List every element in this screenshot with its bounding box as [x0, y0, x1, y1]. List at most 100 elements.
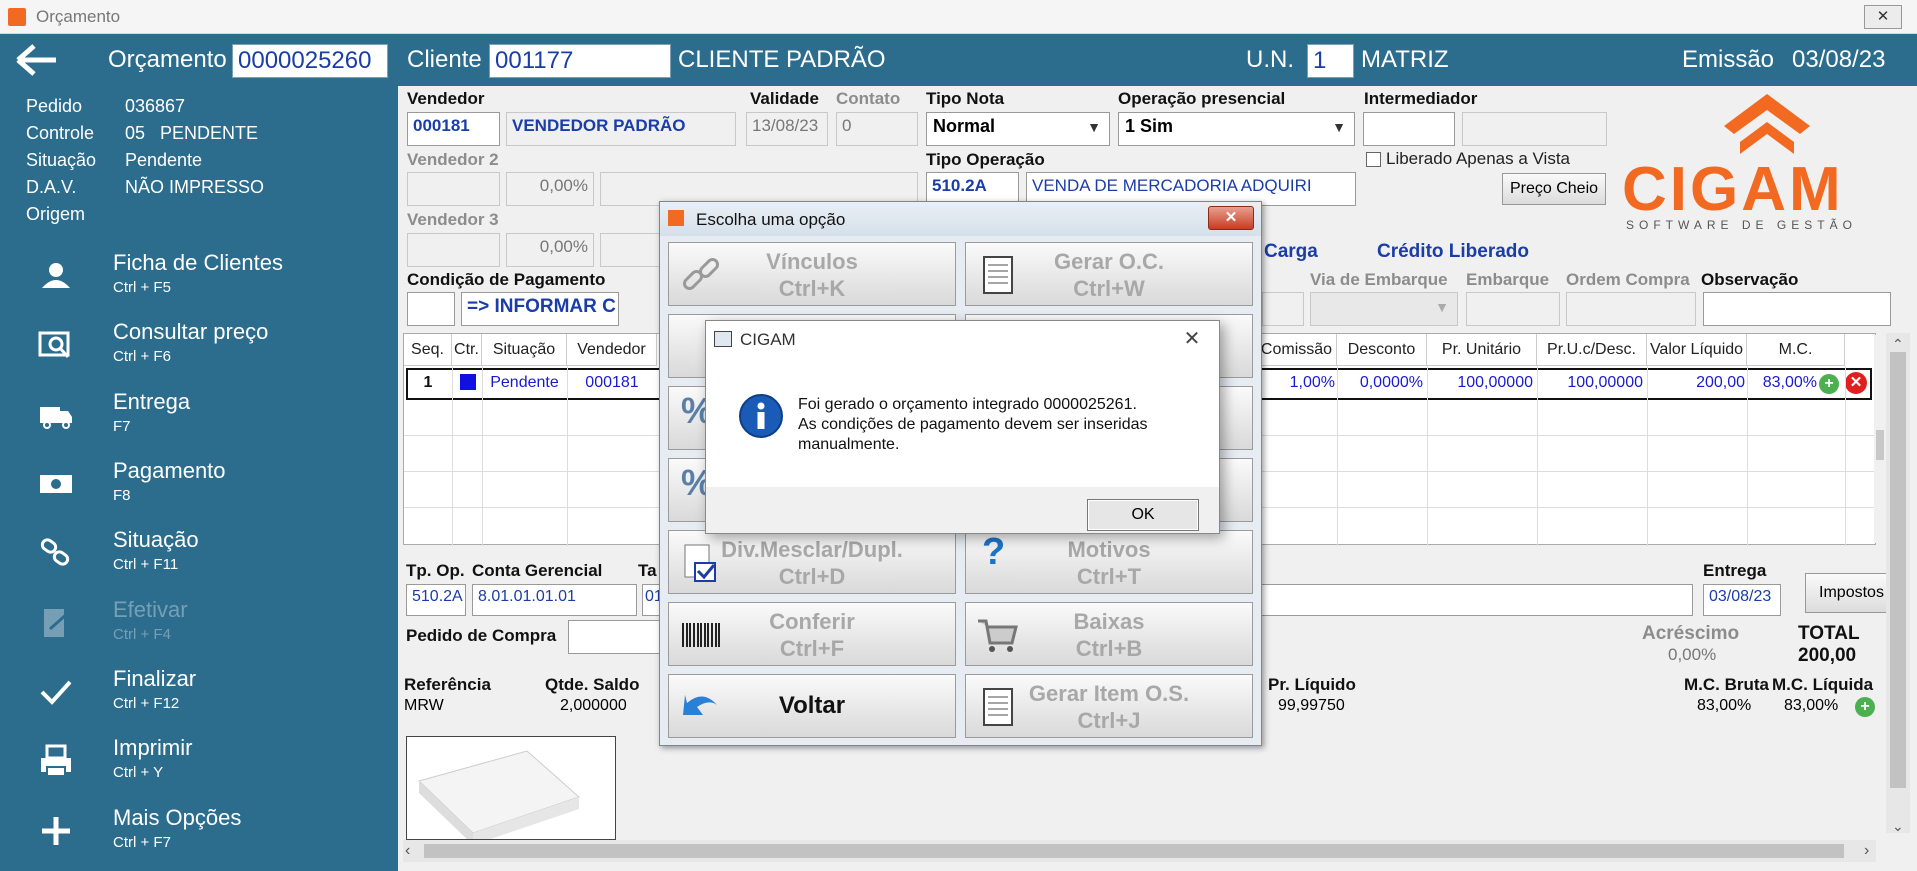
credito-liberado-label: Crédito Liberado: [1377, 241, 1530, 262]
vinculos-button[interactable]: Vínculos Ctrl+K: [668, 242, 956, 306]
tp-op-label: Tp. Op.: [406, 561, 465, 580]
menu-ficha-clientes[interactable]: Ficha de Clientes Ctrl + F5: [0, 244, 398, 304]
cell-comissao: 1,00%: [1289, 374, 1335, 391]
impostos-button[interactable]: Impostos: [1805, 573, 1898, 613]
col-header-comissao[interactable]: Comissão: [1257, 334, 1337, 366]
menu-imprimir[interactable]: Imprimir Ctrl + Y: [0, 729, 398, 789]
liberado-checkbox[interactable]: [1366, 152, 1381, 167]
menu-pagamento[interactable]: Pagamento F8: [0, 452, 398, 512]
gerar-oc-button[interactable]: Gerar O.C. Ctrl+W: [965, 242, 1253, 306]
col-header-pr-desc[interactable]: Pr.U.c/Desc.: [1537, 334, 1647, 366]
tipo-nota-value: Normal: [933, 116, 996, 136]
col-header-valor-liquido[interactable]: Valor Líquido: [1647, 334, 1747, 366]
entrega-label: Entrega: [1703, 561, 1767, 580]
menu-shortcut: Ctrl + F6: [113, 348, 171, 365]
app-icon: [668, 210, 684, 226]
scroll-down-icon[interactable]: ⌄: [1892, 818, 1904, 835]
voltar-button[interactable]: Voltar: [668, 674, 956, 738]
intermediador-code-field[interactable]: [1363, 112, 1455, 146]
baixas-button[interactable]: Baixas Ctrl+B: [965, 602, 1253, 666]
intermediador-name-field: [1462, 112, 1607, 146]
cell-mc: 83,00%: [1762, 374, 1817, 391]
options-dialog-close-button[interactable]: ✕: [1208, 206, 1254, 230]
bottom-text-field[interactable]: [1258, 584, 1693, 616]
col-header-desconto[interactable]: Desconto: [1337, 334, 1427, 366]
mc-liquida-value: 83,00%: [1784, 697, 1839, 714]
conferir-button[interactable]: Conferir Ctrl+F: [668, 602, 956, 666]
menu-mais-opcoes[interactable]: Mais Opções Ctrl + F7: [0, 799, 398, 859]
menu-situacao[interactable]: Situação Ctrl + F11: [0, 521, 398, 581]
col-header-pr-unitario[interactable]: Pr. Unitário: [1427, 334, 1537, 366]
referencia-value: MRW: [404, 697, 444, 714]
ok-button[interactable]: OK: [1087, 499, 1199, 531]
grid-column-divider: [452, 366, 453, 546]
col-header-seq[interactable]: Seq.: [404, 334, 452, 366]
add-circle-icon[interactable]: +: [1855, 697, 1875, 717]
menu-consultar-preco[interactable]: Consultar preço Ctrl + F6: [0, 313, 398, 373]
entrega-field[interactable]: 03/08/23: [1703, 584, 1781, 616]
menu-label: Entrega: [113, 389, 191, 414]
message-text: Foi gerado o orçamento integrado 0000025…: [798, 395, 1148, 455]
menu-efetivar[interactable]: Efetivar Ctrl + F4: [0, 591, 398, 651]
grid-column-divider: [1747, 366, 1748, 546]
menu-label: Situação: [113, 527, 199, 552]
back-button[interactable]: [14, 44, 58, 76]
grid-column-divider: [1537, 366, 1538, 546]
add-circle-icon[interactable]: +: [1819, 374, 1839, 394]
grid-scroll-thumb[interactable]: [1876, 430, 1884, 460]
scroll-up-icon[interactable]: ⌃: [1892, 336, 1904, 353]
grid-column-divider: [482, 366, 483, 546]
validade-field: 13/08/23: [746, 112, 828, 146]
ok-label: OK: [1131, 506, 1155, 523]
preco-cheio-button[interactable]: Preço Cheio: [1502, 173, 1606, 205]
col-header-vendedor[interactable]: Vendedor: [567, 334, 657, 366]
div-mesclar-button[interactable]: Div.Mesclar/Dupl. Ctrl+D: [668, 530, 956, 594]
menu-finalizar[interactable]: Finalizar Ctrl + F12: [0, 660, 398, 720]
vendedor-code-field[interactable]: 000181: [407, 112, 500, 146]
menu-entrega[interactable]: Entrega F7: [0, 383, 398, 443]
horizontal-scroll-thumb[interactable]: [424, 844, 1844, 858]
operacao-presencial-select[interactable]: 1 Sim ▼: [1118, 112, 1355, 146]
window-close-button[interactable]: ✕: [1864, 5, 1902, 29]
menu-shortcut: Ctrl + F4: [113, 626, 171, 643]
grid-column-divider: [1845, 366, 1846, 546]
vendedor2-pct-field: 0,00%: [506, 172, 594, 206]
money-icon: [40, 475, 72, 493]
grid-vertical-scrollbar[interactable]: [1874, 335, 1886, 543]
col-header-ctr[interactable]: Ctr.: [452, 334, 482, 366]
operacao-presencial-value: 1 Sim: [1125, 116, 1174, 136]
via-embarque-select: ▼: [1310, 292, 1458, 326]
tp-op-field[interactable]: 510.2A: [406, 584, 466, 616]
vendedor-label: Vendedor: [407, 89, 485, 108]
col-header-mc[interactable]: M.C.: [1747, 334, 1845, 366]
preco-cheio-label: Preço Cheio: [1509, 180, 1599, 197]
scroll-left-icon[interactable]: ‹: [405, 842, 410, 860]
emissao-date: 03/08/23: [1792, 46, 1886, 73]
menu-label: Consultar preço: [113, 319, 269, 344]
pr-liquido-label: Pr. Líquido: [1268, 675, 1356, 694]
menu-shortcut: Ctrl + F12: [113, 695, 180, 712]
scroll-right-icon[interactable]: ›: [1864, 842, 1869, 860]
remove-circle-icon[interactable]: ✕: [1845, 372, 1867, 394]
un-field[interactable]: 1: [1307, 44, 1354, 78]
cell-valor-liquido: 200,00: [1696, 374, 1745, 391]
total-label: TOTAL: [1798, 623, 1860, 644]
col-header-situacao[interactable]: Situação: [482, 334, 567, 366]
user-icon: [42, 263, 70, 288]
condicao-code-field[interactable]: [407, 292, 455, 326]
document-check-icon: [684, 544, 716, 582]
tipo-nota-select[interactable]: Normal ▼: [926, 112, 1110, 146]
referencia-label: Referência: [404, 675, 491, 694]
mc-liquida-label: M.C. Líquida: [1772, 675, 1874, 694]
motivos-button[interactable]: ? Motivos Ctrl+T: [965, 530, 1253, 594]
pedido-compra-field[interactable]: [568, 620, 660, 654]
vertical-scroll-thumb[interactable]: [1890, 352, 1906, 788]
observacao-field[interactable]: [1703, 292, 1891, 326]
message-box-close-button[interactable]: ✕: [1172, 325, 1212, 353]
gerar-item-os-button[interactable]: Gerar Item O.S. Ctrl+J: [965, 674, 1253, 738]
orcamento-number-field[interactable]: 0000025260: [232, 44, 388, 78]
vendedor3-label: Vendedor 3: [407, 210, 499, 229]
carga-field: [1262, 292, 1304, 326]
conta-gerencial-field[interactable]: 8.01.01.01.01: [472, 584, 637, 616]
cliente-code-field[interactable]: 001177: [489, 44, 671, 78]
